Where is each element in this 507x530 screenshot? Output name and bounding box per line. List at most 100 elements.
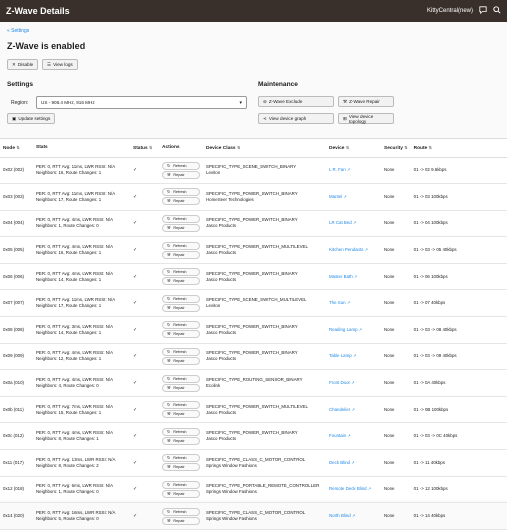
refresh-button[interactable]: ↻ Refresh	[162, 347, 200, 356]
col-device[interactable]: Device ⇅	[326, 139, 381, 158]
view-device-graph-button[interactable]: ⋖ View device graph	[258, 113, 334, 124]
external-link-icon[interactable]: ↗	[343, 194, 346, 199]
external-link-icon[interactable]: ↗	[351, 460, 354, 465]
external-link-icon[interactable]: ↗	[347, 433, 350, 438]
device-link[interactable]: Remote Deck Blind	[329, 486, 367, 491]
device-cell[interactable]: Kitchen Pendants ↗	[326, 236, 381, 264]
refresh-icon: ↻	[167, 296, 171, 301]
col-route[interactable]: Route ⇅	[410, 139, 507, 158]
refresh-button[interactable]: ↻ Refresh	[162, 188, 200, 197]
device-link[interactable]: LR Cat Bed	[329, 220, 352, 225]
refresh-button[interactable]: ↻ Refresh	[162, 214, 200, 223]
device-link[interactable]: Kitchen Pendants	[329, 247, 363, 252]
device-cell[interactable]: Mantel ↗	[326, 183, 381, 211]
refresh-button[interactable]: ↻ Refresh	[162, 294, 200, 303]
refresh-button[interactable]: ↻ Refresh	[162, 454, 200, 463]
repair-button[interactable]: ⚒ Repair	[162, 436, 200, 445]
external-link-icon[interactable]: ↗	[353, 353, 356, 358]
device-link[interactable]: Fountain	[329, 433, 346, 438]
refresh-button[interactable]: ↻ Refresh	[162, 374, 200, 383]
repair-button[interactable]: ⚒ Repair	[162, 489, 200, 498]
node-id: 0x0a (010)	[0, 369, 33, 397]
device-link[interactable]: L R. Fan	[329, 167, 346, 172]
repair-button[interactable]: ⚒ Repair	[162, 197, 200, 206]
refresh-button[interactable]: ↻ Refresh	[162, 480, 200, 489]
repair-button[interactable]: ⚒ Repair	[162, 303, 200, 312]
device-link[interactable]: Master Bath	[329, 274, 353, 279]
wrench-icon: ⚒	[167, 199, 171, 204]
route-cell: 01 -> 12 100kbps	[410, 476, 507, 504]
device-link[interactable]: Chandelier	[329, 407, 350, 412]
breadcrumb[interactable]: « Settings	[7, 28, 29, 34]
device-cell[interactable]: Remote Deck Blind ↗	[326, 476, 381, 504]
refresh-label: Refresh	[173, 482, 187, 487]
refresh-button[interactable]: ↻ Refresh	[162, 427, 200, 436]
external-link-icon[interactable]: ↗	[352, 513, 355, 518]
repair-button[interactable]: ⚒ Repair	[162, 410, 200, 419]
device-link[interactable]: Mantel	[329, 194, 342, 199]
device-cell[interactable]: Front Door ↗	[326, 369, 381, 397]
refresh-button[interactable]: ↻ Refresh	[162, 268, 200, 277]
device-cell[interactable]: Chandelier ↗	[326, 396, 381, 424]
stats-line-2: Neighbors: 15, Route Changes: 1	[36, 409, 102, 415]
external-link-icon[interactable]: ↗	[347, 300, 350, 305]
repair-button[interactable]: ⚒ Repair	[162, 277, 200, 286]
col-device-class[interactable]: Device Class ⇅	[203, 139, 326, 158]
external-link-icon[interactable]: ↗	[347, 167, 350, 172]
external-link-icon[interactable]: ↗	[351, 380, 354, 385]
view-logs-button[interactable]: ☰ View logs	[42, 59, 78, 70]
disable-button[interactable]: ✕ Disable	[7, 59, 39, 70]
device-link[interactable]: Reading Lamp	[329, 327, 358, 332]
external-link-icon[interactable]: ↗	[365, 247, 368, 252]
refresh-button[interactable]: ↻ Refresh	[162, 401, 200, 410]
device-link[interactable]: Table Lamp	[329, 353, 352, 358]
refresh-icon: ↻	[167, 270, 171, 275]
refresh-button[interactable]: ↻ Refresh	[162, 241, 200, 250]
external-link-icon[interactable]: ↗	[354, 274, 357, 279]
device-cell[interactable]: LR Cat Bed ↗	[326, 210, 381, 238]
repair-button[interactable]: ⚒ Repair	[162, 356, 200, 365]
external-link-icon[interactable]: ↗	[359, 327, 362, 332]
chat-icon[interactable]	[479, 6, 487, 16]
external-link-icon[interactable]: ↗	[353, 220, 356, 225]
repair-button[interactable]: ⚒ Repair	[162, 250, 200, 259]
repair-button[interactable]: ⚒ Repair	[162, 170, 200, 179]
device-link[interactable]: Front Door	[329, 380, 350, 385]
device-cell[interactable]: Fountain ↗	[326, 422, 381, 451]
zwave-repair-button[interactable]: ⚒ Z-Wave Repair	[338, 96, 394, 107]
device-cell[interactable]: Master Bath ↗	[326, 263, 381, 291]
update-settings-button[interactable]: ▣ Update settings	[7, 113, 56, 124]
device-link[interactable]: Deck Blind	[329, 460, 350, 465]
repair-label: Repair	[173, 438, 185, 443]
col-node[interactable]: Node ⇅	[0, 139, 33, 158]
view-device-topology-button[interactable]: ⊞ View device topology	[338, 113, 394, 124]
col-status[interactable]: Status ⇅	[130, 139, 159, 158]
repair-button[interactable]: ⚒ Repair	[162, 383, 200, 392]
device-cell[interactable]: North Blind ↗	[326, 502, 381, 530]
external-link-icon[interactable]: ↗	[368, 486, 371, 491]
col-security[interactable]: Security ⇅	[381, 139, 411, 158]
device-link[interactable]: North Blind	[329, 513, 351, 518]
disable-label: Disable	[17, 62, 34, 67]
zwave-exclude-button[interactable]: ⊖ Z-Wave Exclude	[258, 96, 334, 107]
device-cell[interactable]: Reading Lamp ↗	[326, 316, 381, 344]
device-cell[interactable]: The Sun ↗	[326, 289, 381, 318]
repair-button[interactable]: ⚒ Repair	[162, 516, 200, 525]
device-link[interactable]: The Sun	[329, 300, 346, 305]
device-cell[interactable]: Deck Blind ↗	[326, 449, 381, 477]
refresh-button[interactable]: ↻ Refresh	[162, 161, 200, 170]
route-cell: 01 -> 06 100kbps	[410, 263, 507, 291]
refresh-button[interactable]: ↻ Refresh	[162, 321, 200, 330]
repair-button[interactable]: ⚒ Repair	[162, 223, 200, 232]
device-cell[interactable]: Table Lamp ↗	[326, 343, 381, 371]
repair-button[interactable]: ⚒ Repair	[162, 463, 200, 472]
device-cell[interactable]: L R. Fan ↗	[326, 157, 381, 185]
repair-button[interactable]: ⚒ Repair	[162, 330, 200, 339]
refresh-label: Refresh	[173, 349, 187, 354]
search-icon[interactable]	[493, 6, 501, 16]
region-select[interactable]: US - 908.4 MHz, 916 MHz ▾	[36, 96, 247, 109]
refresh-button[interactable]: ↻ Refresh	[162, 507, 200, 516]
user-name[interactable]: KittyCentral(new)	[427, 8, 473, 14]
external-link-icon[interactable]: ↗	[351, 407, 354, 412]
device-class: SPECIFIC_TYPE_PORTABLE_REMOTE_CONTROLLER…	[203, 476, 326, 504]
